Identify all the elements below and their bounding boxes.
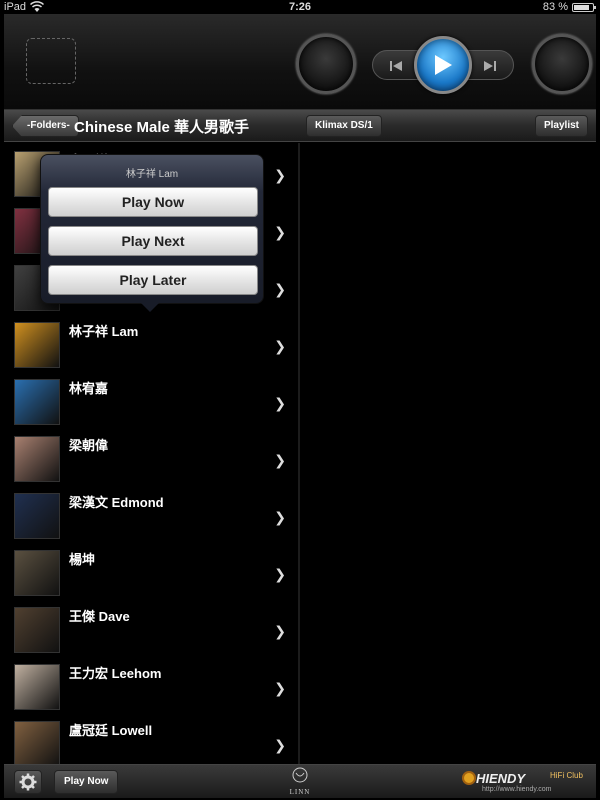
play-next-option[interactable]: Play Next [48, 226, 258, 256]
chevron-right-icon: ❯ [274, 281, 286, 297]
next-track-button[interactable] [475, 55, 505, 77]
album-thumbnail [14, 379, 60, 425]
status-bar: iPad 7:26 83 % [0, 0, 600, 14]
chevron-right-icon: ❯ [274, 395, 286, 411]
play-now-button[interactable]: Play Now [54, 770, 119, 794]
previous-track-button[interactable] [381, 55, 411, 77]
popover-arrow [140, 302, 160, 312]
chevron-right-icon: ❯ [274, 452, 286, 468]
list-item-label: 梁漢文 Edmond [69, 495, 164, 510]
list-item-label: 林宥嘉 [69, 381, 109, 396]
play-icon [435, 55, 452, 75]
chevron-right-icon: ❯ [274, 623, 286, 639]
list-item[interactable]: 盧冠廷 Lowell ❯ [4, 713, 298, 770]
list-item-label: 楊坤 [69, 552, 96, 567]
watermark-brand: HIENDY [476, 771, 526, 786]
album-thumbnail [14, 607, 60, 653]
list-item-label: 盧冠廷 Lowell [69, 723, 153, 738]
volume-knob[interactable] [296, 34, 356, 94]
battery-percent: 83 % [542, 1, 568, 13]
play-now-option[interactable]: Play Now [48, 187, 258, 217]
watermark-url: http://www.hiendy.com [482, 786, 552, 793]
watermark: HIENDY HiFi Club http://www.hiendy.com [462, 769, 592, 797]
next-icon [484, 61, 496, 71]
popover-title: 林子祥 Lam [125, 169, 179, 180]
clock: 7:26 [288, 1, 312, 13]
chevron-right-icon: ❯ [274, 566, 286, 582]
back-button[interactable]: -Folders- [12, 115, 79, 137]
chevron-right-icon: ❯ [274, 338, 286, 354]
chevron-right-icon: ❯ [274, 680, 286, 696]
list-item[interactable]: 王傑 Dave ❯ [4, 599, 298, 656]
navigation-bar: -Folders- Chinese Male 華人男歌手 Klimax DS/1… [4, 110, 596, 142]
chevron-right-icon: ❯ [274, 224, 286, 240]
play-later-option[interactable]: Play Later [48, 265, 258, 295]
watermark-sub: HiFi Club [550, 771, 583, 780]
linn-emblem-icon [292, 767, 308, 783]
linn-logo: LINN [286, 767, 314, 797]
room-selector-button[interactable]: Klimax DS/1 [306, 115, 382, 137]
previous-icon [390, 61, 402, 71]
album-thumbnail [14, 550, 60, 596]
chevron-right-icon: ❯ [274, 509, 286, 525]
list-item-label: 梁朝偉 [69, 438, 109, 453]
now-playing-artwork[interactable] [26, 38, 76, 84]
bottom-toolbar: Play Now LINN HIENDY HiFi Club http://ww… [4, 764, 596, 798]
album-thumbnail [14, 436, 60, 482]
play-options-popover: 林子祥 Lam Play Now Play Next Play Later [40, 154, 264, 304]
list-item[interactable]: 梁漢文 Edmond ❯ [4, 485, 298, 542]
playlist-button[interactable]: Playlist [534, 115, 588, 137]
settings-button[interactable] [14, 770, 42, 794]
album-thumbnail [14, 664, 60, 710]
transport-panel [4, 14, 596, 110]
position-knob[interactable] [532, 34, 592, 94]
battery-icon [572, 3, 596, 12]
chevron-right-icon: ❯ [274, 737, 286, 753]
list-item[interactable]: 林宥嘉 ❯ [4, 371, 298, 428]
list-item-label: 林子祥 Lam [69, 324, 139, 339]
linn-label: LINN [289, 788, 311, 796]
chevron-right-icon: ❯ [274, 167, 286, 183]
detail-pane [300, 143, 596, 764]
hiendy-logo-icon [462, 771, 476, 785]
play-button[interactable] [414, 36, 472, 94]
list-item[interactable]: 楊坤 ❯ [4, 542, 298, 599]
list-item[interactable]: 王力宏 Leehom ❯ [4, 656, 298, 713]
list-item[interactable]: 林子祥 Lam ❯ [4, 314, 298, 371]
list-item-label: 王傑 Dave [69, 609, 130, 624]
album-thumbnail [14, 721, 60, 767]
list-item-label: 王力宏 Leehom [69, 666, 162, 681]
page-title: Chinese Male 華人男歌手 [74, 119, 250, 136]
album-thumbnail [14, 322, 60, 368]
album-thumbnail [14, 493, 60, 539]
gear-icon [19, 773, 37, 791]
list-item[interactable]: 梁朝偉 ❯ [4, 428, 298, 485]
